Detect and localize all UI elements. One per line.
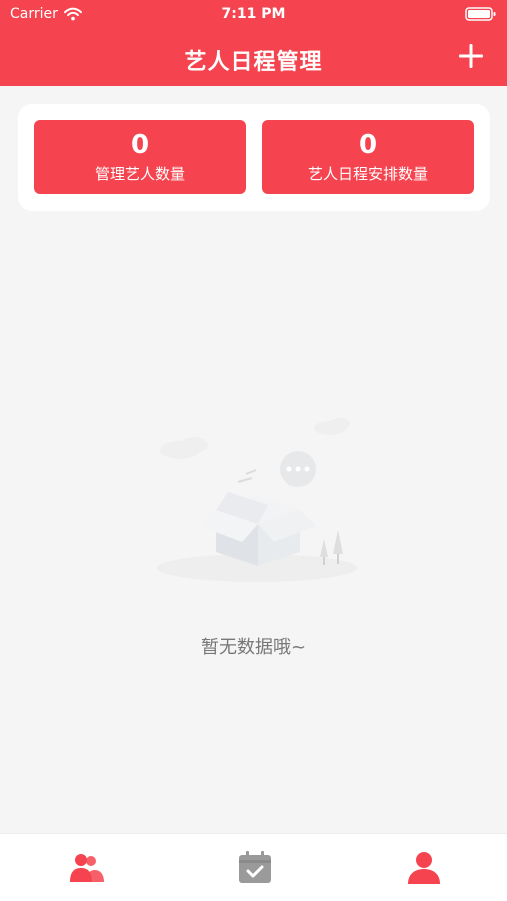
tab-artists[interactable] (66, 848, 106, 888)
artists-count: 0 (130, 130, 150, 160)
artists-icon (70, 854, 104, 882)
battery-icon (465, 7, 496, 21)
status-bar: Carrier 7:11 PM (0, 0, 507, 30)
add-button[interactable] (459, 44, 483, 68)
artists-count-card[interactable]: 0 管理艺人数量 (34, 120, 246, 194)
tab-schedule[interactable] (235, 848, 275, 888)
status-time: 7:11 PM (221, 6, 286, 22)
artists-count-label: 管理艺人数量 (94, 165, 185, 183)
app-header: Carrier 7:11 PM 艺人日程管理 (0, 0, 507, 86)
calendar-icon (239, 851, 271, 883)
schedules-count-label: 艺人日程安排数量 (307, 165, 428, 183)
schedules-count-card[interactable]: 0 艺人日程安排数量 (262, 120, 474, 194)
stats-card: 0 管理艺人数量 0 艺人日程安排数量 (18, 104, 490, 211)
tab-profile[interactable] (404, 848, 444, 888)
bottom-tab-bar (0, 833, 507, 901)
plus-icon (459, 44, 483, 68)
empty-box-illustration (157, 418, 357, 582)
page-title: 艺人日程管理 (184, 50, 323, 75)
profile-icon (408, 852, 440, 884)
schedules-count: 0 (358, 130, 378, 160)
empty-message: 暂无数据哦~ (200, 637, 307, 658)
